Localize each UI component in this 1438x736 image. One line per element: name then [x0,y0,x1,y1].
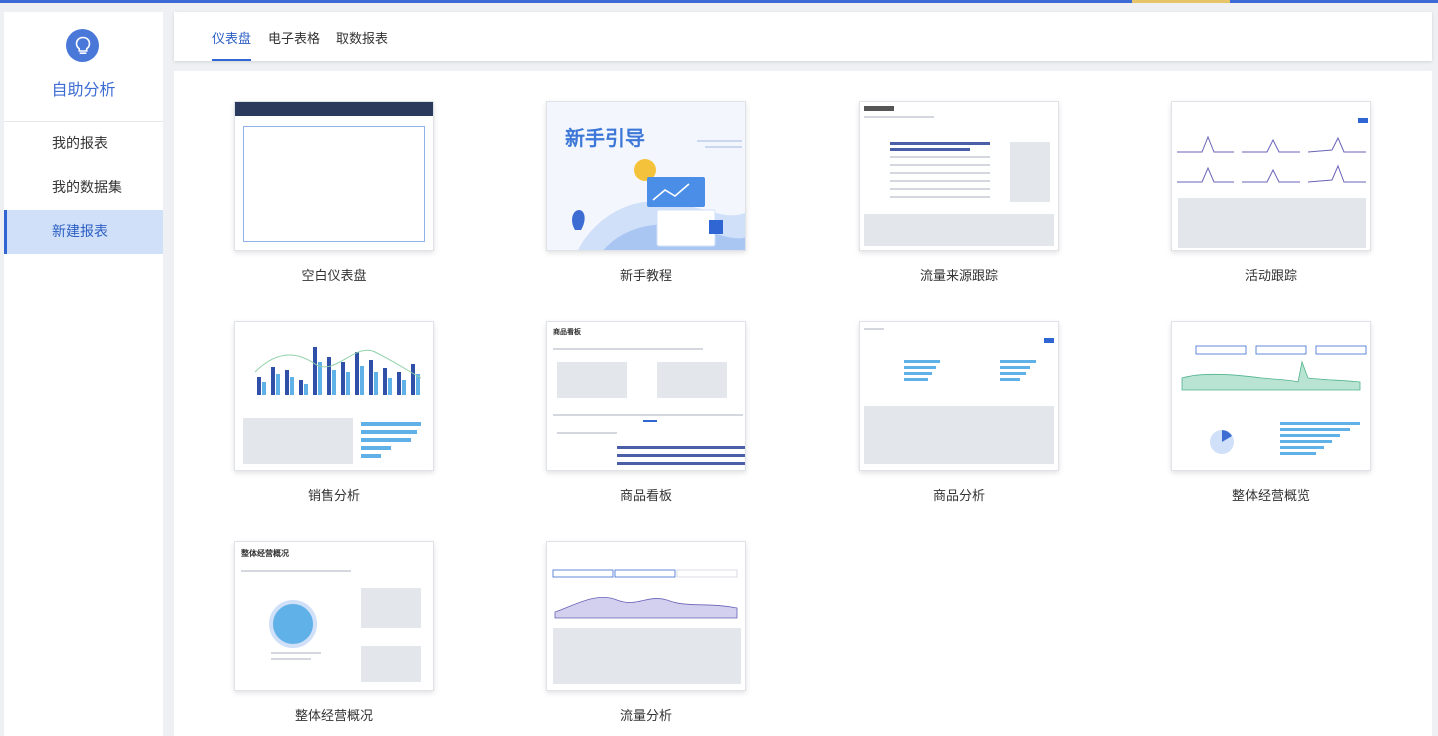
template-thumbnail[interactable] [1171,321,1371,471]
top-accent-highlight [1132,0,1230,3]
sidebar-item-my-reports[interactable]: 我的报表 [4,122,163,166]
template-thumbnail[interactable] [546,541,746,691]
lightbulb-icon [66,29,99,62]
template-card-tutorial[interactable]: 新手引导 新手教程 [546,101,746,284]
template-thumbnail[interactable] [234,321,434,471]
template-label: 整体经营概况 [294,709,373,724]
template-card-product-analysis[interactable]: 商品分析 [859,321,1059,504]
template-label: 商品分析 [932,489,985,504]
blank-canvas [243,126,425,242]
template-gallery: 空白仪表盘 新手引导 新手教程 流量来源跟踪 活动跟踪 销售分析 商品看板 商品… [174,71,1432,736]
sidebar-brand: 自助分析 [4,12,163,122]
template-label: 空白仪表盘 [301,269,367,284]
template-label: 活动跟踪 [1244,269,1297,284]
sidebar-nav: 我的报表 我的数据集 新建报表 [4,122,163,254]
tab-dashboard[interactable]: 仪表盘 [212,28,252,61]
template-card-business-overview[interactable]: 整体经营概览 [1171,321,1371,504]
template-card-traffic-analysis[interactable]: 流量分析 [546,541,746,724]
template-thumbnail[interactable]: 商品看板 [546,321,746,471]
template-card-traffic-source[interactable]: 流量来源跟踪 [859,101,1059,284]
template-label: 商品看板 [619,489,672,504]
template-thumbnail[interactable] [859,101,1059,251]
app-title: 自助分析 [51,80,116,99]
tutorial-illustration [572,140,745,250]
template-label: 流量来源跟踪 [919,269,998,284]
template-card-business-summary[interactable]: 整体经营概况 整体经营概况 [234,541,434,724]
template-thumbnail[interactable] [234,101,434,251]
template-thumbnail[interactable] [1171,101,1371,251]
template-card-sales-analysis[interactable]: 销售分析 [234,321,434,504]
tab-bar: 仪表盘 电子表格 取数报表 [174,12,1432,61]
template-card-blank-dashboard[interactable]: 空白仪表盘 [234,101,434,284]
template-thumbnail[interactable]: 新手引导 [546,101,746,251]
product-board-thumb-title: 商品看板 [553,328,581,336]
template-label: 新手教程 [619,269,672,284]
tab-spreadsheet[interactable]: 电子表格 [268,28,320,61]
sidebar-item-new-report[interactable]: 新建报表 [4,210,163,254]
template-label: 销售分析 [307,489,360,504]
template-label: 整体经营概览 [1231,489,1310,504]
tab-data-report[interactable]: 取数报表 [336,28,388,61]
toolbar-strip [235,102,433,116]
template-card-campaign-tracking[interactable]: 活动跟踪 [1171,101,1371,284]
template-thumbnail[interactable]: 整体经营概况 [234,541,434,691]
template-card-product-board[interactable]: 商品看板 商品看板 [546,321,746,504]
top-accent-strip [0,0,1438,3]
sidebar: 自助分析 我的报表 我的数据集 新建报表 [4,12,163,736]
sidebar-item-my-datasets[interactable]: 我的数据集 [4,166,163,210]
template-label: 流量分析 [619,709,672,724]
template-thumbnail[interactable] [859,321,1059,471]
overview-thumb-area [1181,345,1367,454]
